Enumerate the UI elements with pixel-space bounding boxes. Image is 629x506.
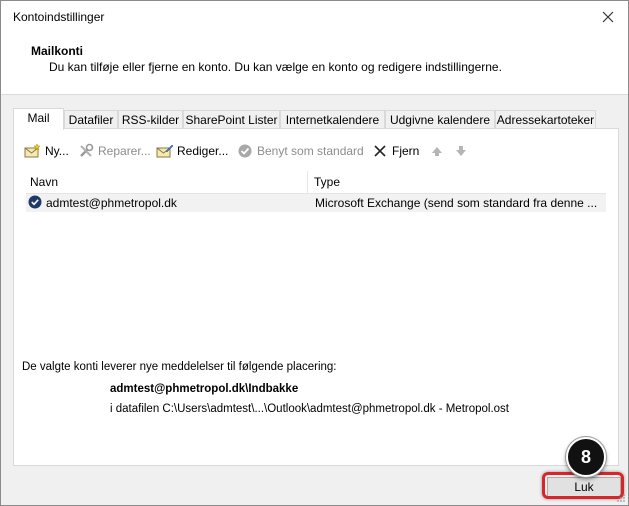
x-icon <box>371 142 389 160</box>
remove-account-label: Fjern <box>392 144 420 158</box>
repair-button[interactable]: Reparer... <box>77 141 151 161</box>
account-row[interactable]: admtest@phmetropol.dk Microsoft Exchange… <box>26 194 606 212</box>
list-header: Navn Type <box>26 171 606 194</box>
new-account-label: Ny... <box>45 144 69 158</box>
resize-grip-icon[interactable] <box>616 493 626 503</box>
title-bar: Kontoindstillinger <box>1 1 628 35</box>
move-up-button[interactable] <box>428 141 446 161</box>
set-default-button[interactable]: Benyt som standard <box>236 141 364 161</box>
check-circle-icon <box>236 142 254 160</box>
delivery-description: De valgte konti leverer nye meddelelser … <box>22 361 337 373</box>
window-title: Kontoindstillinger <box>13 10 105 24</box>
accounts-list: Navn Type admtest@phmetropol.dk Microsof… <box>26 171 606 212</box>
account-name: admtest@phmetropol.dk <box>46 196 177 210</box>
repair-label: Reparer... <box>98 144 151 158</box>
column-divider[interactable] <box>307 171 308 193</box>
account-type: Microsoft Exchange (send som standard fr… <box>315 196 598 210</box>
account-settings-dialog: Kontoindstillinger Mailkonti Du kan tilf… <box>0 0 629 506</box>
mail-tab-panel: Ny... Reparer... Rediger... Benyt som st… <box>13 128 619 466</box>
delivery-path: i datafilen C:\Users\admtest\...\Outlook… <box>110 403 510 415</box>
column-header-type[interactable]: Type <box>314 175 340 189</box>
edit-account-button[interactable]: Rediger... <box>156 141 228 161</box>
delivery-folder: admtest@phmetropol.dk\Indbakke <box>110 383 299 395</box>
move-down-button[interactable] <box>452 141 470 161</box>
arrow-up-icon <box>428 142 446 160</box>
close-button[interactable] <box>594 5 622 29</box>
tab-adressekartoteker[interactable]: Adressekartoteker <box>495 110 596 128</box>
tab-rss-kilder[interactable]: RSS-kilder <box>118 110 183 128</box>
default-account-icon <box>28 195 42 212</box>
section-description: Du kan tilføje eller fjerne en konto. Du… <box>49 60 502 74</box>
step-number-badge: 8 <box>566 437 606 477</box>
arrow-down-icon <box>452 142 470 160</box>
tab-udgivne-kalendere[interactable]: Udgivne kalendere <box>385 110 495 128</box>
dialog-header: Mailkonti Du kan tilføje eller fjerne en… <box>1 35 628 95</box>
tab-internetkalendere[interactable]: Internetkalendere <box>280 110 385 128</box>
new-account-button[interactable]: Ny... <box>24 141 69 161</box>
tab-sharepoint-lister[interactable]: SharePoint Lister <box>183 110 280 128</box>
tab-datafiler[interactable]: Datafiler <box>64 110 118 128</box>
close-icon <box>602 11 614 23</box>
set-default-label: Benyt som standard <box>257 144 364 158</box>
repair-icon <box>77 142 95 160</box>
edit-account-label: Rediger... <box>177 144 229 158</box>
new-account-icon <box>24 142 42 160</box>
edit-icon <box>156 142 174 160</box>
remove-account-button[interactable]: Fjern <box>371 141 419 161</box>
section-title: Mailkonti <box>31 44 84 58</box>
tab-mail[interactable]: Mail <box>13 108 64 130</box>
column-header-name[interactable]: Navn <box>30 175 58 189</box>
